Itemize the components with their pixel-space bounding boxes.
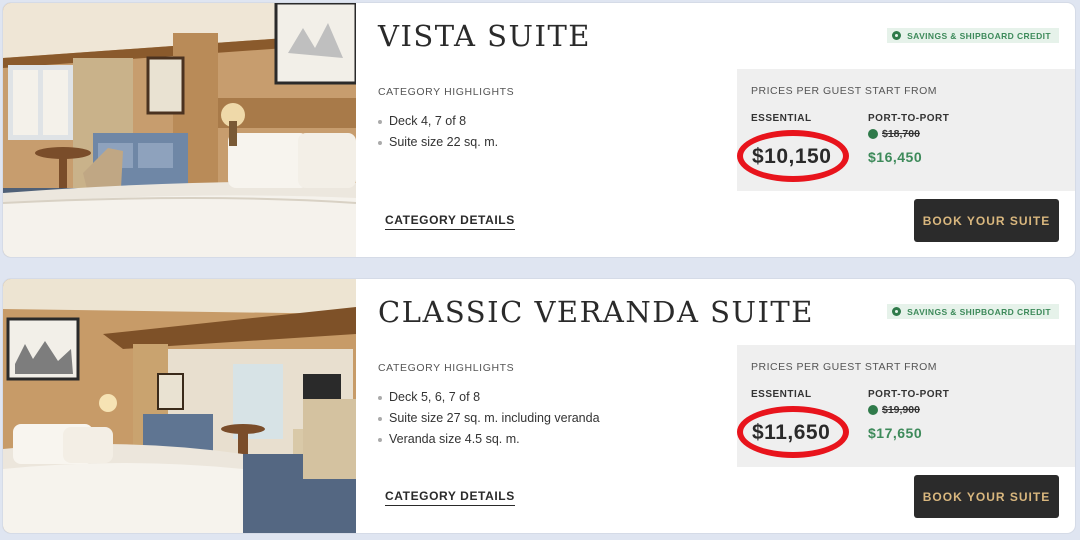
port-to-port-label: PORT-TO-PORT xyxy=(868,389,950,400)
category-details-link[interactable]: CATEGORY DETAILS xyxy=(385,213,515,230)
suite-title: VISTA SUITE xyxy=(378,19,591,53)
book-your-suite-button[interactable]: BOOK YOUR SUITE xyxy=(914,199,1059,242)
suite-title: CLASSIC VERANDA SUITE xyxy=(378,295,814,329)
highlight-item: Suite size 22 sq. m. xyxy=(378,132,498,153)
port-to-port-price: $17,650 xyxy=(868,425,923,441)
discount-tag-icon xyxy=(868,405,878,415)
savings-tag-icon xyxy=(892,307,902,316)
highlights-heading: CATEGORY HIGHLIGHTS xyxy=(378,86,515,98)
book-your-suite-button[interactable]: BOOK YOUR SUITE xyxy=(914,475,1059,518)
essential-label: ESSENTIAL xyxy=(751,389,812,400)
savings-tag-icon xyxy=(892,31,902,40)
suite-card: VISTA SUITE SAVINGS & SHIPBOARD CREDIT C… xyxy=(3,3,1075,257)
suite-photo[interactable] xyxy=(3,279,356,533)
price-panel: PRICES PER GUEST START FROM ESSENTIAL $1… xyxy=(737,69,1075,191)
savings-badge: SAVINGS & SHIPBOARD CREDIT xyxy=(887,28,1059,43)
highlights-list: Deck 4, 7 of 8 Suite size 22 sq. m. xyxy=(378,111,498,153)
original-price-value: $18,700 xyxy=(882,128,920,140)
port-to-port-price: $16,450 xyxy=(868,149,923,165)
savings-badge: SAVINGS & SHIPBOARD CREDIT xyxy=(887,304,1059,319)
highlights-heading: CATEGORY HIGHLIGHTS xyxy=(378,362,515,374)
price-heading: PRICES PER GUEST START FROM xyxy=(751,361,938,373)
original-price-value: $19,900 xyxy=(882,404,920,416)
discount-tag-icon xyxy=(868,129,878,139)
category-details-link[interactable]: CATEGORY DETAILS xyxy=(385,489,515,506)
savings-badge-label: SAVINGS & SHIPBOARD CREDIT xyxy=(907,30,1051,41)
price-panel: PRICES PER GUEST START FROM ESSENTIAL $1… xyxy=(737,345,1075,467)
suite-photo[interactable] xyxy=(3,3,356,257)
highlight-item: Veranda size 4.5 sq. m. xyxy=(378,429,600,450)
essential-price: $11,650 xyxy=(752,421,831,444)
highlights-list: Deck 5, 6, 7 of 8 Suite size 27 sq. m. i… xyxy=(378,387,600,450)
suite-card: CLASSIC VERANDA SUITE SAVINGS & SHIPBOAR… xyxy=(3,279,1075,533)
highlight-item: Deck 4, 7 of 8 xyxy=(378,111,498,132)
port-to-port-label: PORT-TO-PORT xyxy=(868,113,950,124)
port-to-port-original-price: $18,700 xyxy=(868,128,920,140)
price-heading: PRICES PER GUEST START FROM xyxy=(751,85,938,97)
essential-label: ESSENTIAL xyxy=(751,113,812,124)
savings-badge-label: SAVINGS & SHIPBOARD CREDIT xyxy=(907,306,1051,317)
highlight-item: Suite size 27 sq. m. including veranda xyxy=(378,408,600,429)
essential-price: $10,150 xyxy=(752,145,832,168)
highlight-item: Deck 5, 6, 7 of 8 xyxy=(378,387,600,408)
port-to-port-original-price: $19,900 xyxy=(868,404,920,416)
